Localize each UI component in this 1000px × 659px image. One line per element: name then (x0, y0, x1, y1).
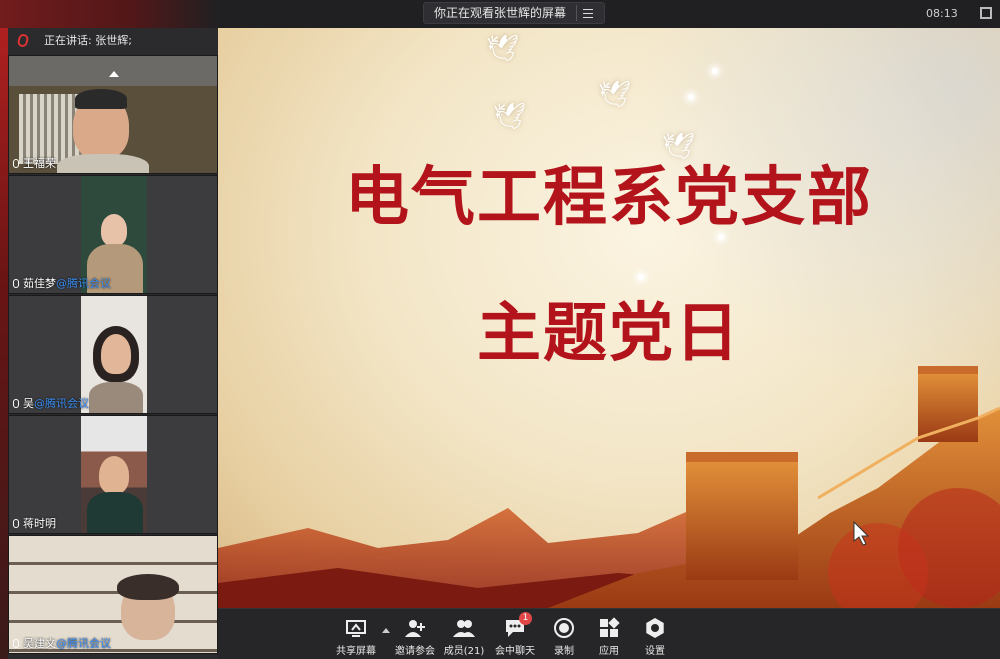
speaking-indicator: 正在讲话: 张世辉; (8, 28, 218, 54)
viewing-screen-banner: 你正在观看张世辉的屏幕 (423, 2, 606, 24)
top-bar: 你正在观看张世辉的屏幕 08:13 (0, 0, 1000, 28)
dove-icon: 🕊 (598, 80, 632, 110)
meeting-toolbar: 共享屏幕 邀请参会 成员(21) 1 会中聊天 录制 应用 设置 (218, 608, 1000, 659)
viewing-text: 你正在观看张世辉的屏幕 (434, 6, 567, 20)
mic-muted-icon (16, 32, 30, 49)
chat-unread-badge: 1 (519, 612, 532, 625)
settings-button[interactable]: 设置 (625, 613, 685, 657)
participant-face (101, 214, 127, 246)
mic-icon (13, 639, 19, 648)
participant-hair (75, 89, 127, 109)
mic-icon (13, 399, 19, 408)
participant-body (87, 492, 143, 533)
participant-tile[interactable]: 茹佳梦@腾讯会议 (8, 175, 218, 294)
participant-tile[interactable]: 吴建文@腾讯会议 (8, 535, 218, 654)
share-screen-button[interactable]: 共享屏幕 (326, 613, 386, 657)
slide-title: 电气工程系党支部 (345, 160, 873, 235)
mic-icon (13, 519, 19, 528)
collapse-up-icon[interactable] (109, 71, 119, 77)
meeting-window: 你正在观看张世辉的屏幕 08:13 正在讲话: 张世辉; 王福荣 茹佳梦@腾讯会… (0, 0, 1000, 659)
flag-edge (0, 28, 8, 659)
participant-tile[interactable]: 蒋时明 (8, 415, 218, 534)
slide-subtitle: 主题党日 (477, 296, 741, 371)
participant-tile[interactable]: 吴@腾讯会议 (8, 295, 218, 414)
participant-hair (117, 574, 179, 600)
participant-face (99, 456, 129, 494)
participant-body (89, 382, 143, 413)
chat-icon: 1 (504, 612, 532, 639)
shared-screen: 🕊 🕊 🕊 🕊 电气工程系党支部 主题党日 (218, 28, 1000, 608)
mic-icon (13, 159, 19, 168)
sparkle (638, 274, 644, 280)
participant-name: 蒋时明 (9, 515, 62, 533)
participant-sidebar: 正在讲话: 张世辉; 王福荣 茹佳梦@腾讯会议 吴@腾讯会议 蒋时明 吴建文@腾… (0, 28, 220, 659)
participant-name: 吴@腾讯会议 (9, 395, 95, 413)
sparkle (688, 94, 694, 100)
speaking-text: 正在讲话: 张世辉; (44, 34, 132, 47)
participant-face (101, 334, 131, 374)
mic-icon (13, 279, 19, 288)
flag-background (0, 0, 220, 28)
meeting-clock: 08:13 (926, 7, 958, 20)
participant-body (57, 154, 149, 173)
share-options-caret-icon[interactable] (382, 628, 390, 633)
participant-name: 吴建文@腾讯会议 (9, 635, 117, 653)
record-icon (553, 617, 575, 639)
participant-tile[interactable]: 王福荣 (8, 55, 218, 174)
dove-icon: 🕊 (486, 34, 520, 64)
members-icon (453, 617, 475, 639)
apps-icon (598, 617, 620, 639)
dove-icon: 🕊 (493, 102, 527, 132)
sparkle (712, 68, 718, 74)
menu-icon[interactable] (576, 5, 594, 21)
layout-icon[interactable] (980, 7, 992, 19)
add-user-icon (404, 617, 426, 639)
participant-name: 茹佳梦@腾讯会议 (9, 275, 117, 293)
gear-icon (644, 617, 666, 639)
participant-name: 王福荣 (9, 155, 62, 173)
share-screen-icon (345, 617, 367, 639)
